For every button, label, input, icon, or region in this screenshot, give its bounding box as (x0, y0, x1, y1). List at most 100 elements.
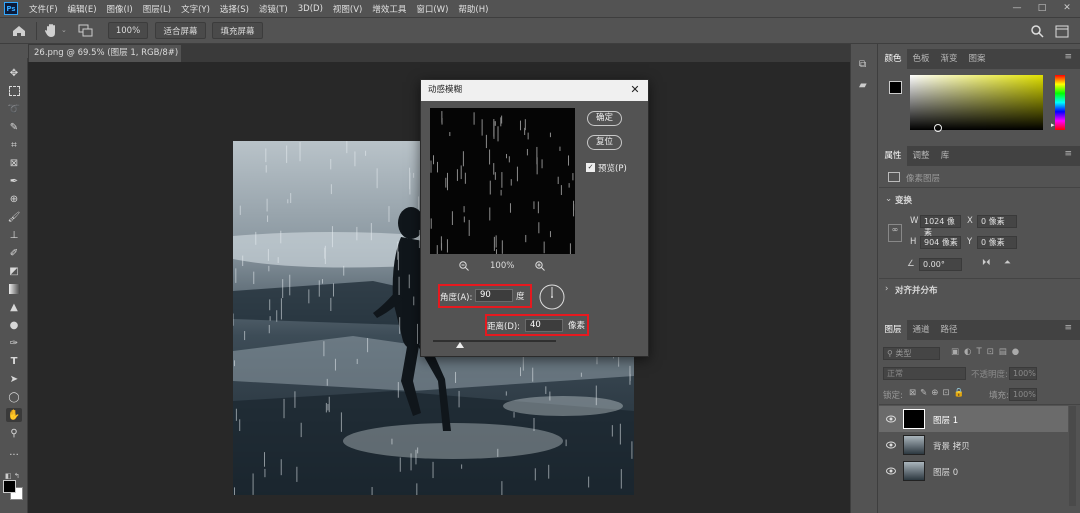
y-field[interactable]: 0 像素 (977, 236, 1017, 249)
lasso-tool-icon[interactable]: ➰ (6, 102, 22, 116)
color-field[interactable] (910, 75, 1043, 132)
distance-slider-track[interactable] (433, 340, 556, 342)
gradient-tool-icon[interactable] (6, 282, 22, 296)
ok-button[interactable]: 确定 (587, 111, 622, 126)
chevron-down-icon[interactable]: ⌄ (61, 26, 67, 34)
x-field[interactable]: 0 像素 (977, 215, 1017, 228)
quick-select-tool-icon[interactable]: ✎ (6, 120, 22, 134)
menu-edit[interactable]: 编辑(E) (63, 3, 102, 15)
foreground-color-swatch[interactable] (3, 480, 16, 493)
hand-tool-icon[interactable]: ✋ (6, 408, 22, 422)
hue-slider[interactable] (1055, 75, 1065, 130)
angle-dial[interactable] (539, 284, 565, 310)
close-icon[interactable]: ✕ (628, 83, 642, 97)
zoom-out-icon[interactable] (459, 261, 469, 271)
default-colors-icon[interactable]: ◧ ↰ (5, 472, 20, 480)
dodge-tool-icon[interactable]: ● (6, 318, 22, 332)
hue-slider-handle[interactable]: ▸ (1051, 121, 1055, 129)
tab-adjustments[interactable]: 调整 (907, 146, 935, 166)
flip-vertical-icon[interactable]: ⏶ (1004, 258, 1011, 268)
fit-screen-button[interactable]: 适合屏幕 (155, 22, 206, 39)
path-select-tool-icon[interactable]: ➤ (6, 372, 22, 386)
transform-collapse-icon[interactable]: ⌄ (885, 194, 892, 204)
eye-icon[interactable] (886, 466, 896, 476)
link-dimensions-icon[interactable]: ∞ (888, 224, 902, 242)
menu-image[interactable]: 图像(I) (102, 3, 138, 15)
comments-panel-icon[interactable]: ▰ (859, 80, 867, 91)
filter-preview[interactable] (430, 108, 575, 254)
scroll-all-windows-icon[interactable] (78, 24, 94, 37)
close-window-button[interactable]: ✕ (1060, 2, 1074, 15)
panel-menu-icon[interactable]: ≡ (1064, 149, 1072, 159)
panel-menu-icon[interactable]: ≡ (1064, 52, 1072, 62)
more-tools-icon[interactable]: ··· (6, 448, 22, 462)
clone-stamp-tool-icon[interactable]: ⊥ (6, 228, 22, 242)
healing-brush-tool-icon[interactable]: ⊕ (6, 192, 22, 206)
menu-file[interactable]: 文件(F) (24, 3, 63, 15)
align-collapse-icon[interactable]: › (885, 284, 888, 294)
menu-plugins[interactable]: 增效工具 (367, 3, 411, 15)
menu-select[interactable]: 选择(S) (215, 3, 254, 15)
ellipse-tool-icon[interactable]: ◯ (6, 390, 22, 404)
menu-3d[interactable]: 3D(D) (293, 4, 328, 14)
eyedropper-tool-icon[interactable]: ✒ (6, 174, 22, 188)
zoom-tool-icon[interactable]: ⚲ (6, 426, 22, 440)
tab-properties[interactable]: 属性 (879, 146, 907, 166)
layer-row[interactable]: 图层 0 (879, 458, 1068, 484)
blend-mode-select[interactable]: 正常 (883, 367, 966, 380)
tab-patterns[interactable]: 图案 (963, 49, 991, 69)
tab-color[interactable]: 颜色 (879, 49, 907, 69)
tab-channels[interactable]: 通道 (907, 320, 935, 340)
menu-window[interactable]: 窗口(W) (411, 3, 453, 15)
opacity-field[interactable]: 100% (1009, 367, 1037, 380)
panel-menu-icon[interactable]: ≡ (1064, 323, 1072, 333)
layers-scrollbar[interactable] (1069, 406, 1076, 506)
workspace-icon[interactable] (1055, 25, 1069, 38)
fill-field[interactable]: 100% (1009, 388, 1037, 401)
marquee-tool-icon[interactable] (6, 84, 22, 98)
tab-paths[interactable]: 路径 (935, 320, 963, 340)
frame-tool-icon[interactable]: ⊠ (6, 156, 22, 170)
zoom-100-button[interactable]: 100% (108, 22, 148, 39)
layer-row[interactable]: 背景 拷贝 (879, 432, 1068, 458)
move-tool-icon[interactable]: ✥ (6, 66, 22, 80)
layer-filter-icons[interactable]: ▣◐T⊡▤● (951, 347, 1024, 357)
blur-tool-icon[interactable]: ▲ (6, 300, 22, 314)
eye-icon[interactable] (886, 440, 896, 450)
tab-layers[interactable]: 图层 (879, 320, 907, 340)
tab-gradients[interactable]: 渐变 (935, 49, 963, 69)
preview-checkbox[interactable]: ✓ (586, 163, 595, 172)
eye-icon[interactable] (886, 414, 896, 424)
menu-layer[interactable]: 图层(L) (138, 3, 176, 15)
rotation-angle-field[interactable]: 0.00° (919, 258, 962, 271)
angle-input[interactable]: 90 (475, 289, 513, 302)
distance-slider-handle[interactable] (456, 342, 464, 348)
layer-row[interactable]: 图层 1 (879, 406, 1068, 432)
menu-type[interactable]: 文字(Y) (176, 3, 215, 15)
flip-horizontal-icon[interactable]: ⏵⏴ (982, 258, 991, 268)
history-brush-tool-icon[interactable]: ✐ (6, 246, 22, 260)
restore-button[interactable]: □ (1035, 2, 1049, 15)
lock-icons[interactable]: ⊠✎⊕⊡🔒 (909, 388, 968, 398)
brush-tool-icon[interactable]: 🖌 (6, 210, 22, 224)
preview-label[interactable]: 预览(P) (598, 162, 627, 174)
menu-help[interactable]: 帮助(H) (453, 3, 493, 15)
eraser-tool-icon[interactable]: ◩ (6, 264, 22, 278)
menu-filter[interactable]: 滤镜(T) (254, 3, 293, 15)
pen-tool-icon[interactable]: ✑ (6, 336, 22, 350)
layer-filter-kind-select[interactable]: ⚲ 类型 (883, 347, 940, 360)
menu-view[interactable]: 视图(V) (328, 3, 367, 15)
width-field[interactable]: 1024 像素 (920, 215, 961, 237)
hand-tool-icon[interactable] (44, 23, 58, 38)
type-tool-icon[interactable]: T (6, 354, 22, 368)
home-icon[interactable] (12, 25, 26, 37)
zoom-in-icon[interactable] (535, 261, 545, 271)
distance-input[interactable]: 40 (525, 319, 563, 332)
height-field[interactable]: 904 像素 (920, 236, 961, 249)
tab-libraries[interactable]: 库 (935, 146, 955, 166)
minimize-button[interactable]: — (1010, 2, 1024, 15)
search-icon[interactable] (1031, 25, 1044, 38)
reset-button[interactable]: 复位 (587, 135, 622, 150)
fill-screen-button[interactable]: 填充屏幕 (212, 22, 263, 39)
fg-color-chip[interactable] (889, 81, 902, 94)
